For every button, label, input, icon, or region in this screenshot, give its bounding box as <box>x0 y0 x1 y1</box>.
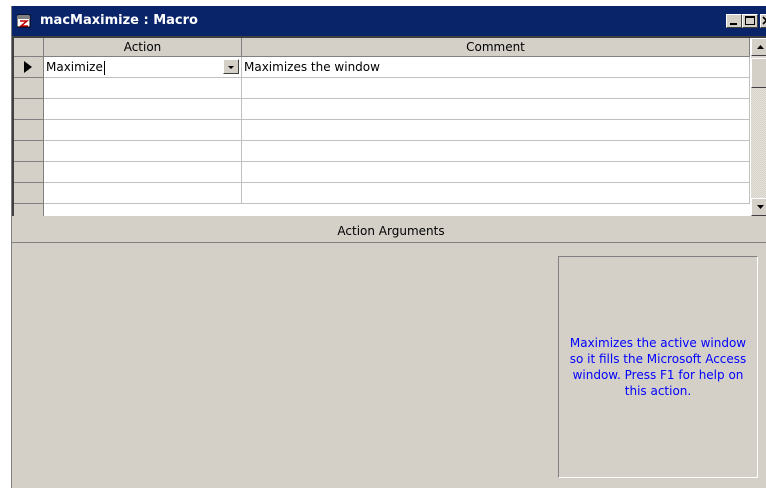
title-bar[interactable]: macMaximize : Macro <box>12 6 766 36</box>
scroll-thumb[interactable] <box>751 58 766 88</box>
column-header-action[interactable]: Action <box>44 38 242 57</box>
row-selector[interactable] <box>14 162 44 183</box>
action-help-text: Maximizes the active window so it fills … <box>569 336 747 398</box>
macro-window: macMaximize : Macro Action Comment Maxim… <box>11 6 766 488</box>
comment-cell[interactable] <box>242 99 750 120</box>
row-selector[interactable] <box>14 120 44 141</box>
comment-cell[interactable]: Maximizes the window <box>242 57 750 78</box>
comment-cell[interactable] <box>242 141 750 162</box>
maximize-icon <box>745 16 755 25</box>
action-value: Maximize <box>46 60 103 74</box>
text-caret <box>103 60 105 75</box>
scroll-up-button[interactable] <box>751 38 766 56</box>
comment-cell[interactable] <box>242 120 750 141</box>
close-icon <box>762 16 766 25</box>
action-cell[interactable] <box>44 183 242 204</box>
arrow-down-icon <box>757 205 764 209</box>
row-selector[interactable] <box>14 99 44 120</box>
action-cell[interactable] <box>44 120 242 141</box>
scroll-down-button[interactable] <box>751 198 766 216</box>
minimize-button[interactable] <box>726 14 742 28</box>
chevron-down-icon <box>228 66 234 69</box>
macro-grid: Action Comment Maximize Maximizes the wi… <box>12 36 766 216</box>
current-record-icon <box>24 61 32 73</box>
macro-icon[interactable] <box>16 14 31 28</box>
row-selector-current[interactable] <box>14 57 44 78</box>
row-selector[interactable] <box>14 141 44 162</box>
row-selector[interactable] <box>14 78 44 99</box>
column-header-comment[interactable]: Comment <box>242 38 750 57</box>
row-selector[interactable] <box>14 204 44 216</box>
action-arguments-title: Action Arguments <box>12 220 766 243</box>
action-cell[interactable] <box>44 141 242 162</box>
maximize-button[interactable] <box>742 14 758 28</box>
action-cell[interactable] <box>44 162 242 183</box>
action-help-box: Maximizes the active window so it fills … <box>558 256 758 478</box>
comment-cell[interactable] <box>242 183 750 204</box>
close-button[interactable] <box>760 14 766 28</box>
action-cell[interactable] <box>44 99 242 120</box>
corner-header[interactable] <box>14 38 44 57</box>
arrow-up-icon <box>757 45 764 49</box>
row-selector[interactable] <box>14 183 44 204</box>
vertical-scrollbar[interactable] <box>751 38 766 216</box>
action-dropdown-button[interactable] <box>223 59 239 74</box>
minimize-icon <box>730 23 737 25</box>
action-cell[interactable]: Maximize <box>44 57 242 78</box>
comment-cell[interactable] <box>242 78 750 99</box>
action-cell[interactable] <box>44 78 242 99</box>
window-title: macMaximize : Macro <box>40 13 198 28</box>
comment-cell[interactable] <box>242 162 750 183</box>
